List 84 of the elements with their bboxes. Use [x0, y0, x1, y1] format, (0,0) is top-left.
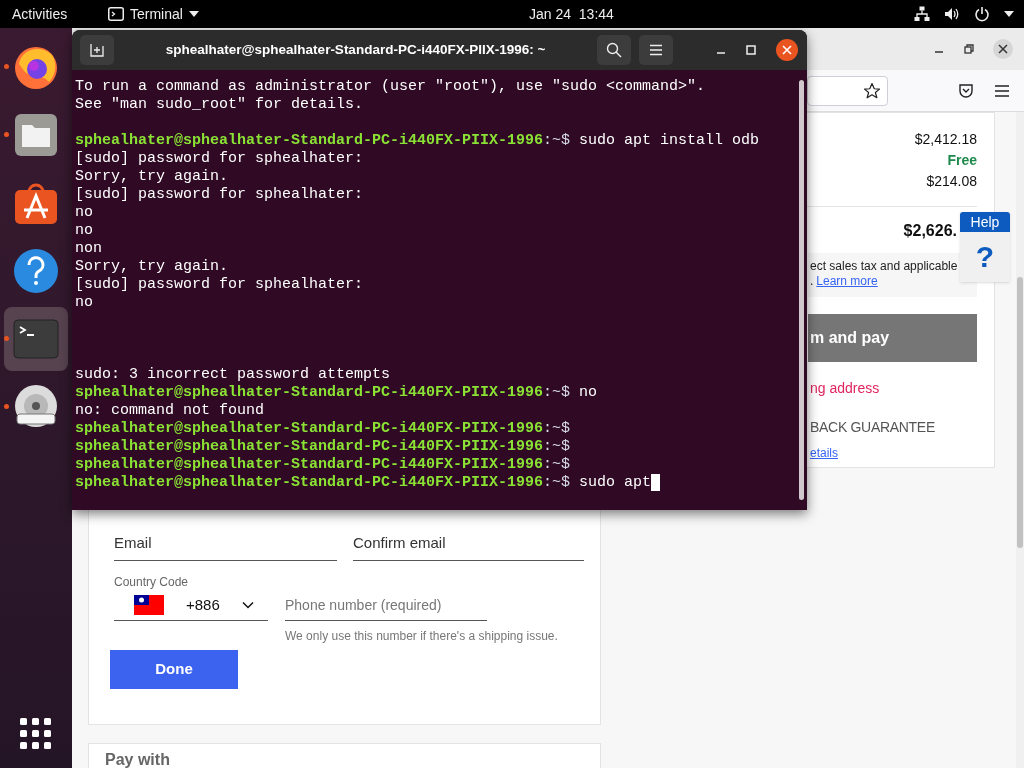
done-button[interactable]: Done — [110, 650, 238, 689]
help-label: Help — [960, 212, 1010, 232]
summary-amount: Free — [947, 151, 977, 170]
country-code-select[interactable]: +886 — [114, 590, 268, 621]
terminal-output: See "man sudo_root" for details. — [75, 96, 364, 114]
close-icon[interactable] — [775, 38, 799, 62]
app-grid-icon[interactable] — [20, 718, 52, 750]
terminal-output: Sorry, try again. — [75, 168, 229, 186]
search-button[interactable] — [597, 35, 631, 65]
new-tab-icon — [89, 42, 105, 58]
flag-icon — [134, 595, 164, 615]
terminal-output: [sudo] password for sphealhater: — [75, 150, 364, 168]
terminal-output: no — [75, 294, 93, 312]
phone-hint: We only use this number if there's a shipping issue. — [285, 628, 558, 645]
terminal-output: [sudo] password for sphealhater: — [75, 186, 364, 204]
restore-icon[interactable] — [962, 42, 976, 56]
terminal-command: sudo apt — [579, 474, 652, 492]
address-field[interactable] — [807, 75, 888, 106]
scrollbar-thumb[interactable] — [1017, 277, 1023, 548]
prompt-path: :~$ — [543, 474, 571, 492]
terminal-output: Sorry, try again. — [75, 258, 229, 276]
email-field[interactable]: Email — [114, 525, 337, 561]
star-icon[interactable] — [863, 81, 881, 100]
summary-amount: $2,412.18 — [914, 130, 977, 149]
terminal-output: sudo: 3 incorrect password attempts — [75, 366, 391, 384]
chevron-down-icon — [242, 601, 254, 609]
clock[interactable]: Jan 24 13:44 — [529, 3, 614, 25]
tax-note-end: . — [810, 274, 814, 289]
terminal-command: no — [579, 384, 598, 402]
maximize-icon[interactable] — [745, 44, 757, 56]
prompt-user-host: sphealhater@sphealhater-Standard-PC-i440FX-PIIX-1996 — [75, 456, 544, 474]
close-icon[interactable] — [992, 38, 1014, 60]
guarantee-text: BACK GUARANTEE — [810, 418, 935, 437]
app-name: Terminal — [130, 4, 183, 24]
summary-amount: $214.08 — [926, 172, 977, 191]
address-warning: ng address — [810, 379, 880, 398]
learn-more-link[interactable]: Learn more — [816, 274, 878, 289]
terminal-output: no — [75, 222, 93, 240]
caret-icon[interactable] — [1004, 11, 1014, 17]
volume-icon[interactable] — [944, 6, 960, 22]
prompt-user-host: sphealhater@sphealhater-Standard-PC-i440FX-PIIX-1996 — [75, 132, 544, 150]
prompt-user-host: sphealhater@sphealhater-Standard-PC-i440FX-PIIX-1996 — [75, 384, 544, 402]
window-title: sphealhater@sphealhater-Standard-PC-i440FX-PIIX-1996: ~ — [165, 40, 546, 59]
power-icon[interactable] — [974, 6, 990, 22]
prompt-user-host: sphealhater@sphealhater-Standard-PC-i440FX-PIIX-1996 — [75, 474, 544, 492]
terminal-command: sudo apt install odb — [579, 132, 760, 150]
menu-icon — [649, 44, 663, 56]
phone-field[interactable]: Phone number (required) — [285, 590, 487, 621]
terminal-output: no — [75, 204, 93, 222]
details-link[interactable]: etails — [810, 444, 838, 462]
confirm-email-field[interactable]: Confirm email — [353, 525, 584, 561]
caret-icon — [188, 11, 199, 17]
disc-icon — [13, 384, 59, 430]
activities-button[interactable]: Activities — [12, 3, 92, 25]
folder-icon — [14, 113, 58, 157]
terminal-icon — [13, 319, 59, 359]
prompt-path: :~$ — [543, 384, 571, 402]
new-tab-button[interactable] — [80, 35, 114, 65]
terminal-output: [sudo] password for sphealhater: — [75, 276, 364, 294]
firefox-icon — [13, 44, 59, 90]
menu-button[interactable] — [639, 35, 673, 65]
prompt-path: :~$ — [543, 132, 571, 150]
prompt-path: :~$ — [543, 420, 571, 438]
menu-icon[interactable] — [994, 83, 1010, 98]
country-code-label: Country Code — [114, 574, 189, 590]
network-icon[interactable] — [914, 6, 930, 22]
prompt-user-host: sphealhater@sphealhater-Standard-PC-i440FX-PIIX-1996 — [75, 420, 544, 438]
question-icon: ? — [960, 232, 1010, 282]
app-menu[interactable]: Terminal — [108, 3, 199, 25]
help-widget[interactable]: Help ? — [960, 212, 1010, 282]
pocket-icon[interactable] — [958, 82, 974, 99]
help-icon — [13, 248, 59, 294]
terminal-output: To run a command as administrator (user "root"), use "sudo <command>". — [75, 78, 706, 96]
order-total: $2,626. — [903, 221, 957, 241]
tax-note: ect sales tax and applicable — [810, 259, 958, 274]
search-icon — [606, 42, 622, 58]
terminal-icon — [108, 7, 124, 21]
prompt-user-host: sphealhater@sphealhater-Standard-PC-i440FX-PIIX-1996 — [75, 438, 544, 456]
prompt-path: :~$ — [543, 438, 571, 456]
pay-button[interactable]: m and pay — [808, 314, 977, 362]
terminal-output: no: command not found — [75, 402, 265, 420]
terminal-output: non — [75, 240, 102, 258]
prompt-path: :~$ — [543, 456, 571, 474]
payment-heading: Pay with — [105, 751, 170, 768]
